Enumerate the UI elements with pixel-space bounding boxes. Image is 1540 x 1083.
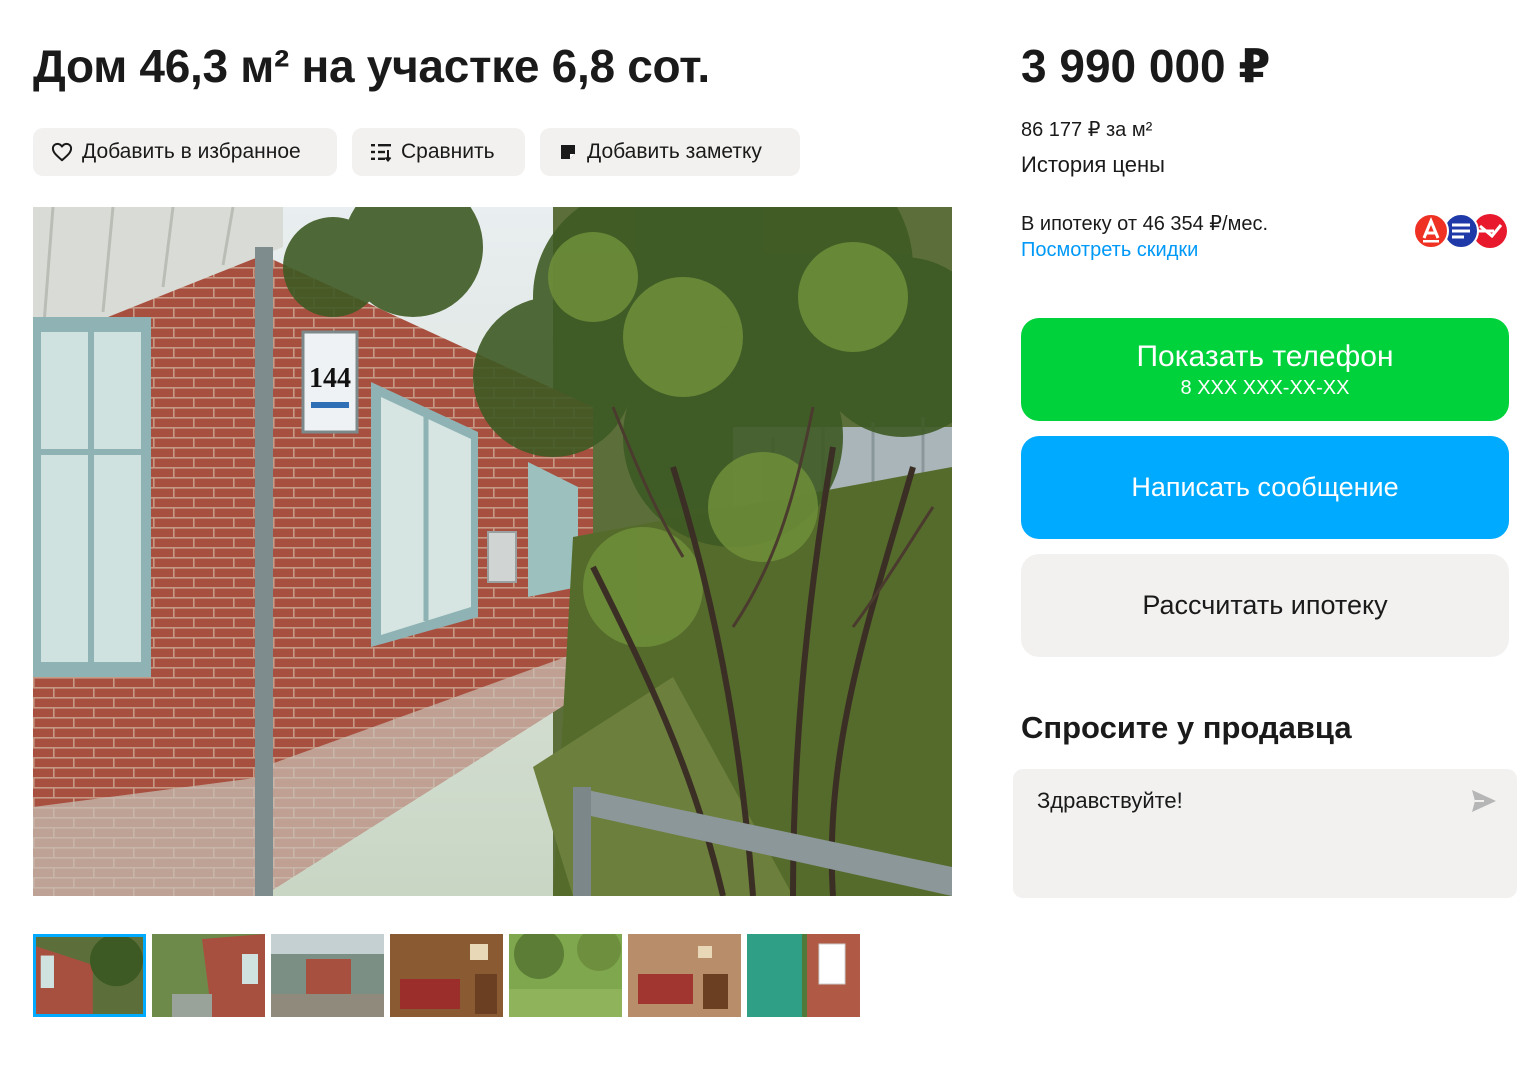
note-icon	[558, 142, 578, 162]
listing-price: 3 990 000 ₽	[1021, 40, 1271, 92]
heart-icon	[51, 142, 73, 162]
calculate-mortgage-button[interactable]: Рассчитать ипотеку	[1021, 554, 1509, 657]
thumbnail-strip	[33, 934, 860, 1017]
mortgage-offer-text: В ипотеку от 46 354 ₽/мес.	[1021, 213, 1269, 235]
compare-label: Сравнить	[401, 140, 495, 163]
thumbnail-6[interactable]	[628, 934, 741, 1017]
write-message-button[interactable]: Написать сообщение	[1021, 436, 1509, 539]
listing-title: Дом 46,3 м² на участке 6,8 сот.	[33, 40, 710, 92]
thumbnail-5[interactable]	[509, 934, 622, 1017]
house-number-plate: 144	[309, 363, 351, 394]
view-discounts-link[interactable]: Посмотреть скидки	[1021, 239, 1198, 262]
add-note-label: Добавить заметку	[587, 140, 762, 163]
show-phone-button[interactable]: Показать телефон 8 XXX XXX-XX-XX	[1021, 318, 1509, 421]
compare-list-icon	[370, 142, 392, 162]
masked-phone-number: 8 XXX XXX-XX-XX	[1180, 376, 1350, 399]
show-phone-label: Показать телефон	[1136, 339, 1394, 373]
thumbnail-4[interactable]	[390, 934, 503, 1017]
compare-button[interactable]: Сравнить	[352, 128, 525, 176]
bank-logo-icon	[1443, 213, 1479, 249]
price-per-square-meter: 86 177 ₽ за м²	[1021, 119, 1153, 141]
thumbnail-3[interactable]	[271, 934, 384, 1017]
main-photo[interactable]: 144	[33, 207, 952, 896]
add-to-favorites-label: Добавить в избранное	[82, 140, 301, 163]
price-history-link[interactable]: История цены	[1021, 152, 1165, 178]
calculate-mortgage-label: Рассчитать ипотеку	[1142, 590, 1388, 620]
alfa-bank-logo-icon	[1413, 213, 1449, 249]
add-to-favorites-button[interactable]: Добавить в избранное	[33, 128, 337, 176]
ask-seller-title: Спросите у продавца	[1021, 710, 1352, 745]
listing-actions: Добавить в избранное Сравнить Добавить з…	[33, 128, 800, 176]
ask-seller-message-field[interactable]: Здравствуйте!	[1013, 769, 1517, 898]
add-note-button[interactable]: Добавить заметку	[540, 128, 800, 176]
thumbnail-1[interactable]	[33, 934, 146, 1017]
partner-banks	[1412, 212, 1512, 250]
write-message-label: Написать сообщение	[1131, 472, 1399, 502]
ask-seller-message-text: Здравствуйте!	[1037, 788, 1183, 813]
send-icon[interactable]	[1469, 787, 1499, 815]
thumbnail-2[interactable]	[152, 934, 265, 1017]
thumbnail-7[interactable]	[747, 934, 860, 1017]
